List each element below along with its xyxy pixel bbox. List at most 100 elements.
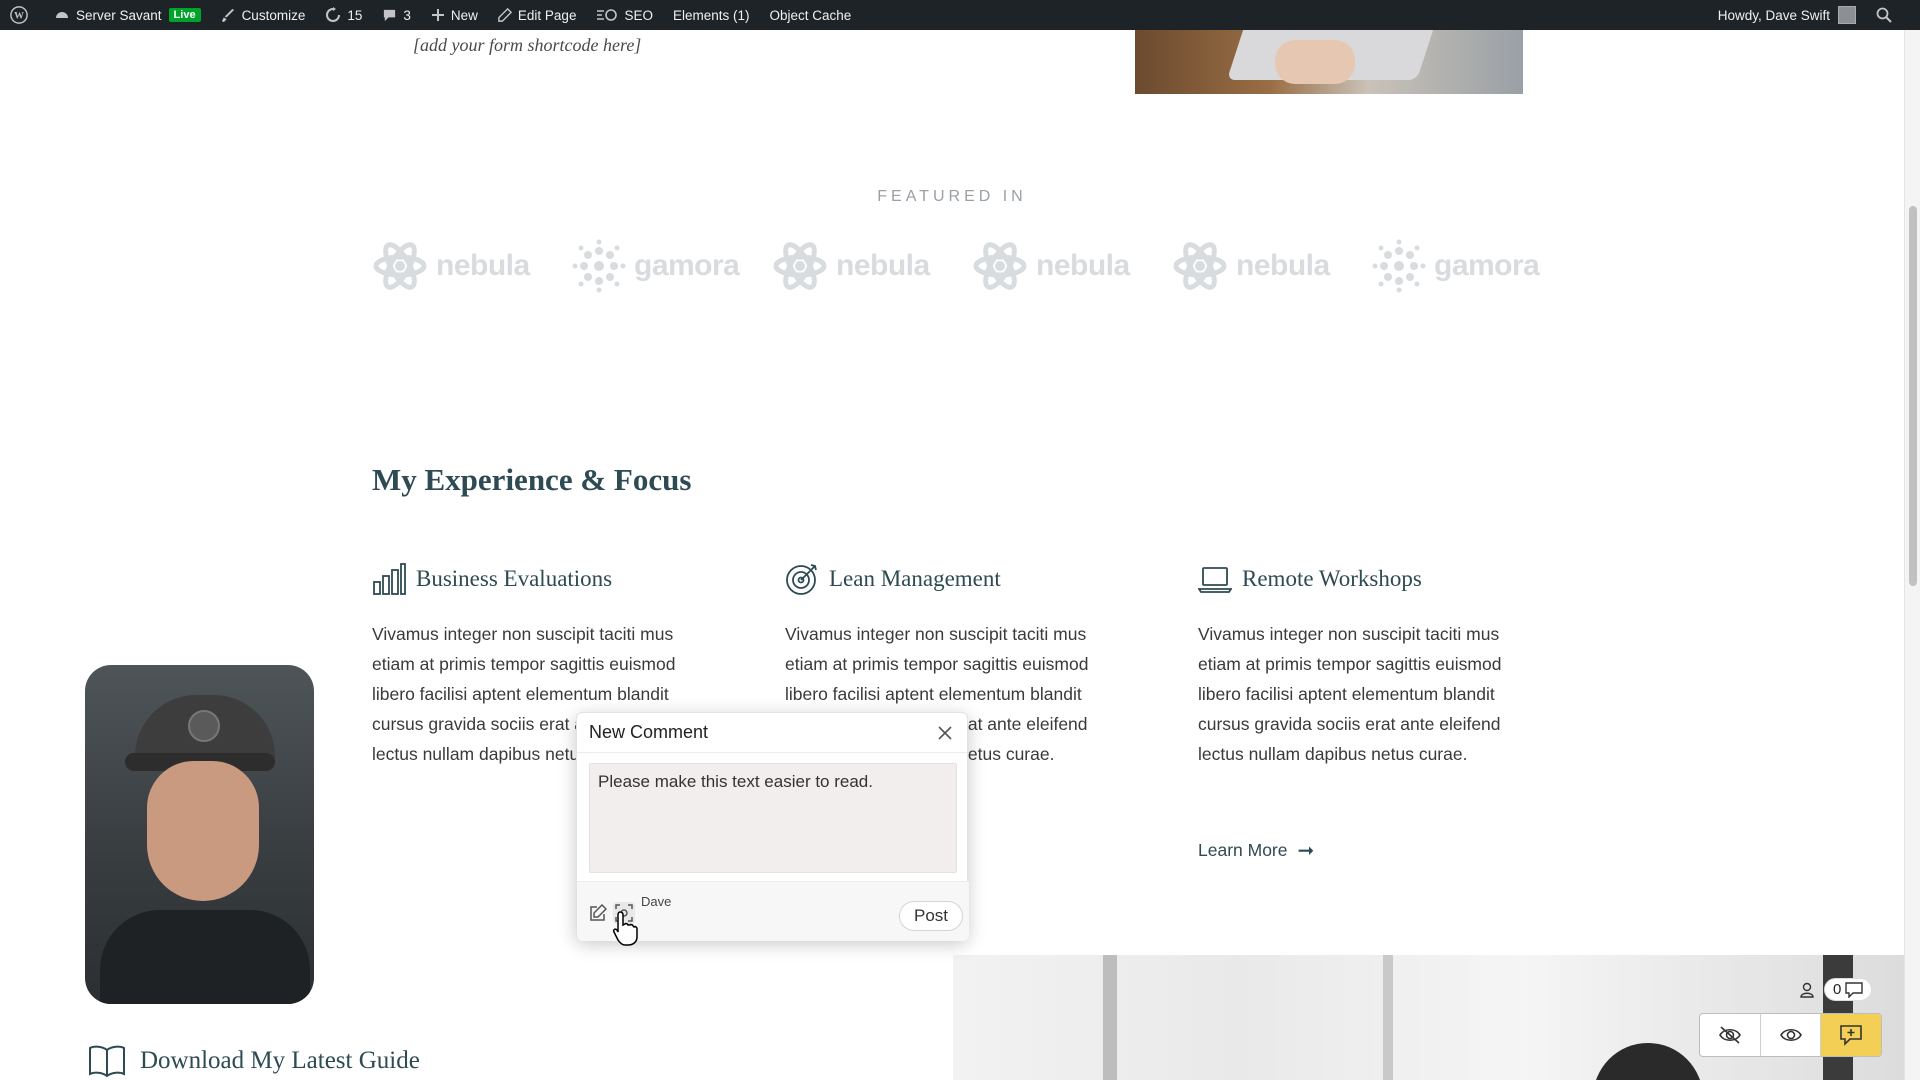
comment-plus-icon xyxy=(1840,1025,1862,1046)
target-icon xyxy=(786,564,817,595)
hand-shape xyxy=(1275,40,1355,84)
greeting: Howdy, Dave Swift xyxy=(1717,7,1830,23)
account-menu[interactable]: Howdy, Dave Swift xyxy=(1708,0,1866,30)
object-cache-label: Object Cache xyxy=(769,7,852,23)
experience-heading: My Experience & Focus xyxy=(372,462,692,497)
new-content-menu[interactable]: New xyxy=(421,0,488,30)
wordpress-logo-button[interactable]: W xyxy=(0,0,44,30)
window-frame-shape xyxy=(1383,955,1393,1080)
person-head-shape xyxy=(1593,1043,1703,1080)
customize-link[interactable]: Customize xyxy=(211,0,316,30)
featured-in-title: FEATURED IN xyxy=(877,188,1027,205)
atom-icon xyxy=(373,242,427,290)
admin-bar: W Server Savant Live Customize 15 3 New … xyxy=(0,0,1920,30)
popup-title: New Comment xyxy=(589,722,709,742)
column-body: Vivamus integer non suscipit taciti mus … xyxy=(1198,624,1502,764)
close-icon[interactable] xyxy=(935,723,955,743)
elements-label: Elements (1) xyxy=(672,7,750,23)
comment-count-pill[interactable]: 0 xyxy=(1824,978,1873,1001)
logo-text: nebula xyxy=(836,249,930,282)
view-comments-button[interactable] xyxy=(1761,1014,1822,1056)
edit-icon[interactable] xyxy=(589,904,607,922)
seo-icon xyxy=(597,9,618,21)
scrollbar-thumb[interactable] xyxy=(1909,206,1917,586)
brush-icon xyxy=(221,8,234,22)
eye-off-icon xyxy=(1718,1026,1741,1044)
comments-count: 3 xyxy=(403,7,411,23)
form-shortcode-placeholder: [add your form shortcode here] xyxy=(413,35,642,55)
search-icon xyxy=(1876,7,1892,23)
logo-nebula: nebula xyxy=(1172,238,1372,294)
edit-page-label: Edit Page xyxy=(517,7,577,23)
guide-title: Download My Latest Guide xyxy=(140,1047,420,1074)
column-title: Remote Workshops xyxy=(1242,566,1422,591)
dashboard-icon xyxy=(56,12,68,18)
comment-author: Dave xyxy=(641,894,672,909)
seo-menu[interactable]: SEO xyxy=(586,0,663,30)
atom-icon xyxy=(973,242,1027,290)
new-comment-popup: New Comment Please make this text easier… xyxy=(576,712,969,941)
hero-photo xyxy=(1135,30,1523,94)
focus-column-remote-workshops: Remote Workshops Vivamus integer non sus… xyxy=(1198,561,1528,769)
comment-toolbar xyxy=(1699,1013,1882,1057)
logo-nebula: nebula xyxy=(972,238,1172,294)
svg-text:W: W xyxy=(14,11,24,22)
logo-gamora: gamora xyxy=(1372,238,1572,294)
logo-nebula: nebula xyxy=(372,238,572,294)
updates-link[interactable]: 15 xyxy=(315,0,372,30)
object-cache-menu[interactable]: Object Cache xyxy=(760,0,862,30)
live-badge: Live xyxy=(168,8,201,22)
dots-burst-icon xyxy=(1372,239,1426,293)
updates-count: 15 xyxy=(347,7,363,23)
webcam-video xyxy=(85,665,314,1004)
logo-text: gamora xyxy=(634,249,740,282)
hide-comments-button[interactable] xyxy=(1700,1014,1761,1056)
column-title: Business Evaluations xyxy=(416,566,613,591)
column-header: Business Evaluations xyxy=(372,561,702,597)
shirt-shape xyxy=(100,910,310,1004)
atom-icon xyxy=(1173,242,1227,290)
dots-burst-icon xyxy=(572,239,626,293)
site-name-menu[interactable]: Server Savant Live xyxy=(44,0,211,30)
face-shape xyxy=(147,761,259,901)
pencil-icon xyxy=(498,8,512,22)
window-frame-shape xyxy=(1103,955,1117,1080)
logo-text: gamora xyxy=(1434,249,1540,282)
customize-label: Customize xyxy=(241,7,306,23)
page-scrollbar[interactable] xyxy=(1904,30,1920,1080)
wordpress-icon: W xyxy=(10,6,28,24)
arrow-right-icon: ➞ xyxy=(1297,840,1315,862)
seo-label: SEO xyxy=(624,7,653,23)
column-header: Remote Workshops xyxy=(1198,561,1528,597)
learn-more-label: Learn More xyxy=(1198,840,1288,860)
eye-icon xyxy=(1779,1028,1802,1042)
add-comment-button[interactable] xyxy=(1821,1014,1881,1056)
popup-header: New Comment xyxy=(577,713,967,753)
logo-text: nebula xyxy=(1236,249,1330,282)
logo-gamora: gamora xyxy=(572,238,772,294)
bar-chart-icon xyxy=(373,563,406,595)
comment-textarea[interactable]: Please make this text easier to read. xyxy=(589,763,957,873)
comment-count: 0 xyxy=(1833,981,1842,998)
user-icon xyxy=(1800,982,1814,998)
open-book-icon xyxy=(89,1045,125,1078)
featured-logos: nebula gamora nebula nebula nebula gamor… xyxy=(372,238,1572,294)
comment-bubble-icon xyxy=(1845,981,1864,998)
post-button[interactable]: Post xyxy=(899,901,963,931)
comment-indicator: 0 xyxy=(1800,978,1873,1001)
edit-page-link[interactable]: Edit Page xyxy=(488,0,587,30)
download-guide-heading: Download My Latest Guide xyxy=(88,1044,420,1078)
logo-nebula: nebula xyxy=(772,238,972,294)
logo-text: nebula xyxy=(436,249,530,282)
avatar xyxy=(1838,6,1856,24)
comment-bubble-icon xyxy=(384,9,396,21)
column-title: Lean Management xyxy=(829,566,1001,591)
learn-more-link[interactable]: Learn More ➞ xyxy=(1198,838,1314,863)
updates-icon xyxy=(326,7,341,22)
column-header: Lean Management xyxy=(785,561,1115,597)
hand-cursor-icon xyxy=(613,911,638,946)
elements-menu[interactable]: Elements (1) xyxy=(663,0,760,30)
admin-search-button[interactable] xyxy=(1866,0,1920,30)
cap-patch-shape xyxy=(188,710,220,742)
comments-link[interactable]: 3 xyxy=(372,0,421,30)
